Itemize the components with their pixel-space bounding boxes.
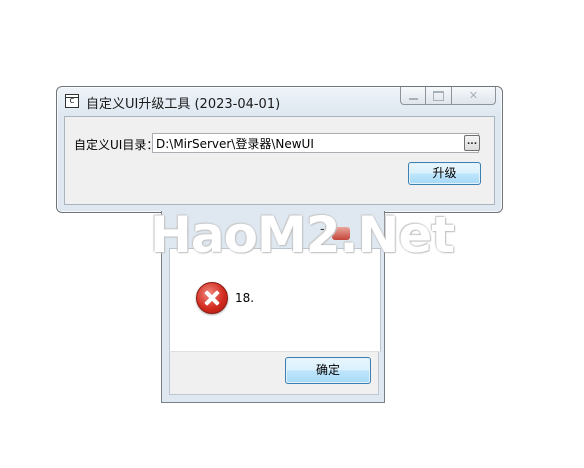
maximize-icon [433, 90, 444, 101]
upgrade-button[interactable]: 升级 [408, 162, 481, 185]
caption-buttons: ✕ [400, 87, 496, 106]
directory-input[interactable] [152, 133, 479, 153]
error-message-text: 18. [235, 291, 255, 305]
directory-label: 自定义UI目录： [74, 138, 159, 152]
error-icon [196, 282, 228, 314]
watermark: HaoM2.Net [150, 206, 455, 264]
close-icon: ✕ [468, 89, 479, 102]
message-footer: 确定 [169, 351, 379, 395]
close-button[interactable]: ✕ [452, 87, 496, 105]
browse-button[interactable]: ... [464, 135, 480, 151]
title-bar[interactable]: c 自定义UI升级工具 (2023-04-01) ✕ [57, 87, 502, 115]
maximize-button[interactable] [426, 87, 452, 105]
minimize-icon [408, 97, 418, 100]
app-window-icon: c [65, 94, 79, 108]
window-client-area: 自定义UI目录： ... 升级 [64, 116, 495, 205]
ok-button[interactable]: 确定 [285, 357, 371, 384]
minimize-button[interactable] [400, 87, 426, 105]
upgrade-tool-window: c 自定义UI升级工具 (2023-04-01) ✕ 自定义UI目录： ... … [56, 86, 503, 213]
window-title: 自定义UI升级工具 (2023-04-01) [86, 97, 281, 112]
